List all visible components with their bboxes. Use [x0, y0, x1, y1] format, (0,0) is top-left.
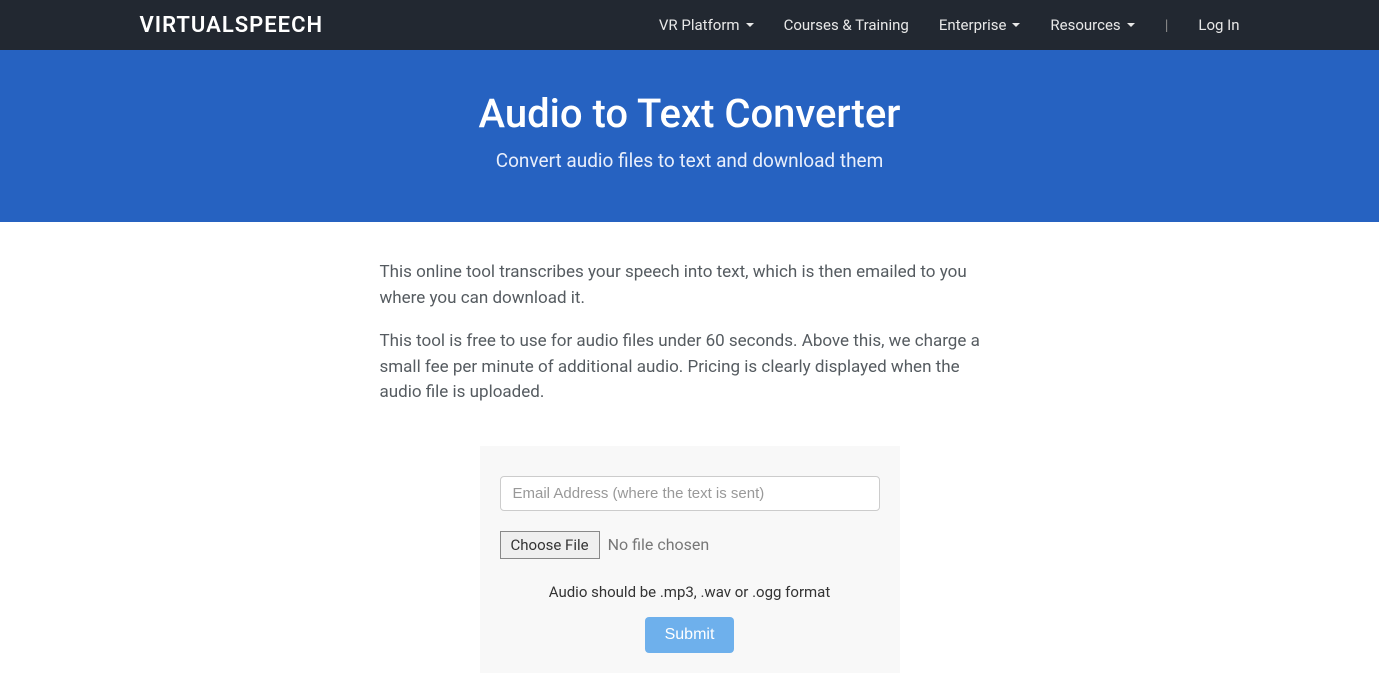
nav-enterprise-label: Enterprise: [939, 16, 1007, 34]
nav-links: VR Platform Courses & Training Enterpris…: [659, 16, 1240, 34]
nav-divider: |: [1165, 16, 1169, 34]
intro-paragraph-1: This online tool transcribes your speech…: [380, 260, 1000, 311]
brand-logo[interactable]: VIRTUALSPEECH: [140, 13, 324, 38]
nav-resources-label: Resources: [1050, 16, 1120, 34]
hero-section: Audio to Text Converter Convert audio fi…: [0, 50, 1379, 222]
navbar: VIRTUALSPEECH VR Platform Courses & Trai…: [0, 0, 1379, 50]
page-subtitle: Convert audio files to text and download…: [20, 149, 1359, 172]
email-field[interactable]: [500, 476, 880, 511]
chevron-down-icon: [746, 23, 754, 27]
chevron-down-icon: [1127, 23, 1135, 27]
file-input-row: Choose File No file chosen: [500, 531, 880, 559]
nav-login[interactable]: Log In: [1198, 16, 1239, 34]
nav-vr-platform[interactable]: VR Platform: [659, 16, 754, 34]
nav-courses[interactable]: Courses & Training: [784, 16, 909, 34]
submit-button[interactable]: Submit: [645, 617, 735, 653]
upload-form: Choose File No file chosen Audio should …: [480, 446, 900, 673]
file-status-text: No file chosen: [608, 535, 710, 554]
format-hint-text: Audio should be .mp3, .wav or .ogg forma…: [500, 583, 880, 601]
page-title: Audio to Text Converter: [20, 90, 1359, 137]
nav-enterprise[interactable]: Enterprise: [939, 16, 1021, 34]
chevron-down-icon: [1012, 23, 1020, 27]
nav-vr-platform-label: VR Platform: [659, 16, 740, 34]
navbar-inner: VIRTUALSPEECH VR Platform Courses & Trai…: [140, 13, 1240, 38]
choose-file-button[interactable]: Choose File: [500, 531, 600, 559]
content-area: This online tool transcribes your speech…: [360, 222, 1020, 693]
nav-resources[interactable]: Resources: [1050, 16, 1134, 34]
intro-paragraph-2: This tool is free to use for audio files…: [380, 329, 1000, 406]
